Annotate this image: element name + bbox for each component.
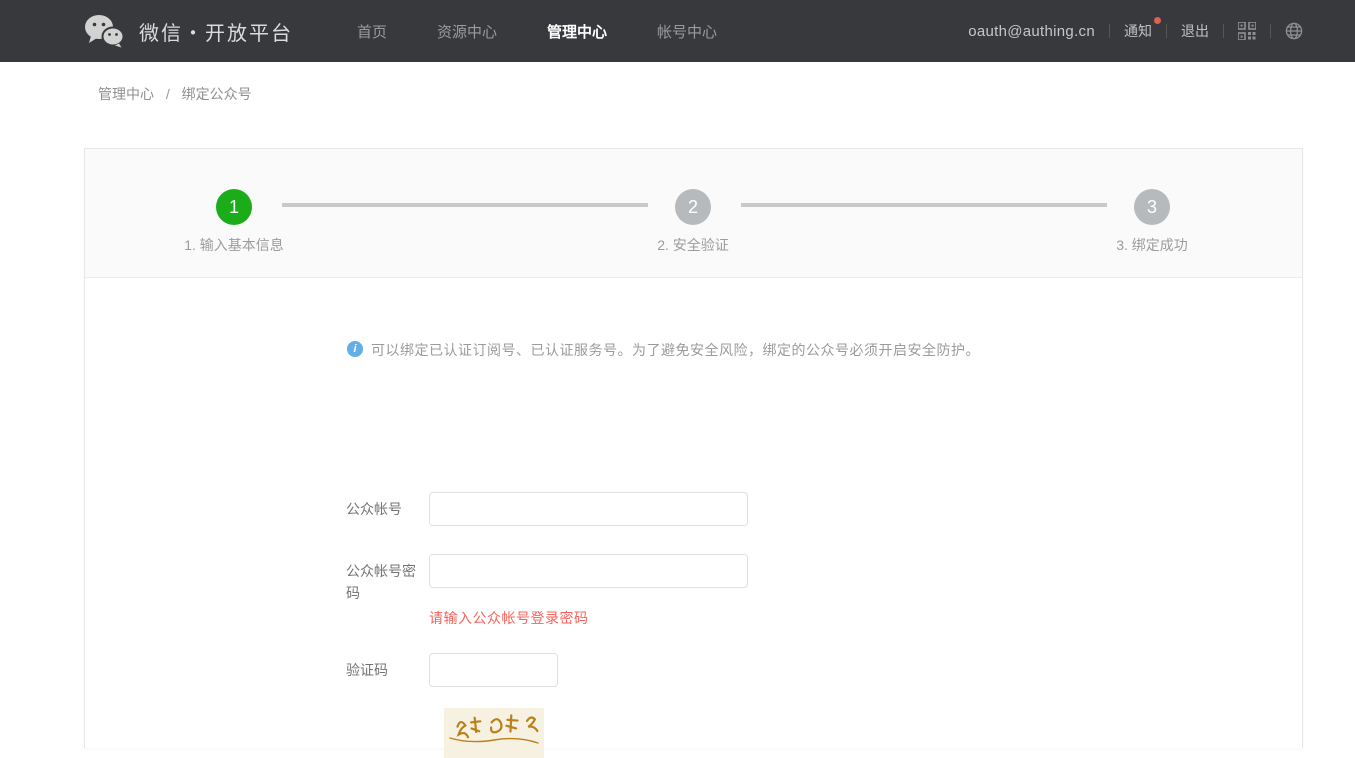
notice-label: 通知 [1124, 23, 1152, 39]
stepper-header: 1 1. 输入基本信息 2 2. 安全验证 3 3. 绑定成功 [85, 149, 1302, 278]
wechat-logo-icon [84, 14, 124, 48]
divider [1270, 24, 1271, 38]
nav-item-account[interactable]: 帐号中心 [657, 21, 717, 42]
qr-code-icon[interactable] [1238, 22, 1256, 40]
logout-link[interactable]: 退出 [1181, 21, 1209, 41]
step-3-circle: 3 [1134, 189, 1170, 225]
info-banner-text: 可以绑定已认证订阅号、已认证服务号。为了避免安全风险，绑定的公众号必须开启安全防… [371, 340, 980, 360]
top-navigation-bar: 微信・开放平台 首页 资源中心 管理中心 帐号中心 oauth@authing.… [0, 0, 1355, 62]
globe-language-icon[interactable] [1285, 22, 1303, 40]
divider [1223, 24, 1224, 38]
step-3-label: 3. 绑定成功 [1042, 235, 1262, 255]
captcha-label: 验证码 [346, 659, 428, 681]
official-account-label: 公众帐号 [346, 498, 428, 520]
divider [1166, 24, 1167, 38]
brand-title: 微信・开放平台 [139, 17, 293, 46]
official-account-input[interactable] [429, 492, 748, 526]
bind-official-account-card: 1 1. 输入基本信息 2 2. 安全验证 3 3. 绑定成功 i 可以绑定已认… [84, 148, 1303, 748]
stepper-connector [741, 203, 1107, 207]
breadcrumb-current: 绑定公众号 [182, 86, 252, 102]
step-2-circle: 2 [675, 189, 711, 225]
captcha-image[interactable] [444, 708, 544, 758]
breadcrumb: 管理中心 / 绑定公众号 [98, 84, 252, 104]
topbar-right-area: oauth@authing.cn 通知 退出 [968, 21, 1303, 41]
main-nav: 首页 资源中心 管理中心 帐号中心 [357, 21, 717, 42]
notice-badge-dot [1154, 17, 1161, 24]
step-2-label: 2. 安全验证 [583, 235, 803, 255]
step-1-circle: 1 [216, 189, 252, 225]
nav-item-resources[interactable]: 资源中心 [437, 21, 497, 42]
nav-item-management[interactable]: 管理中心 [547, 21, 607, 42]
password-error-message: 请输入公众帐号登录密码 [429, 608, 589, 628]
captcha-input[interactable] [429, 653, 558, 687]
info-banner: i 可以绑定已认证订阅号、已认证服务号。为了避免安全风险，绑定的公众号必须开启安… [347, 340, 980, 360]
stepper-connector [282, 203, 648, 207]
bind-form-body: i 可以绑定已认证订阅号、已认证服务号。为了避免安全风险，绑定的公众号必须开启安… [85, 278, 1302, 748]
step-1-label: 1. 输入基本信息 [124, 235, 344, 255]
account-password-label: 公众帐号密码 [346, 560, 428, 604]
breadcrumb-parent[interactable]: 管理中心 [98, 86, 154, 102]
divider [1109, 24, 1110, 38]
nav-item-home[interactable]: 首页 [357, 21, 387, 42]
account-email[interactable]: oauth@authing.cn [968, 23, 1095, 40]
info-icon: i [347, 341, 363, 357]
notice-link[interactable]: 通知 [1124, 21, 1152, 41]
account-password-input[interactable] [429, 554, 748, 588]
breadcrumb-separator: / [166, 86, 170, 102]
